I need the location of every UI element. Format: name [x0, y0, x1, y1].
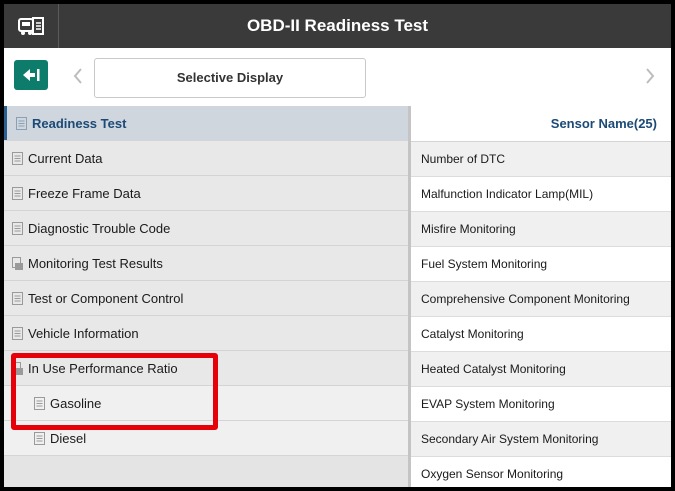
menu-item-gasoline[interactable]: Gasoline — [4, 386, 408, 421]
previous-button[interactable] — [68, 64, 88, 88]
menu-item-monitoring-test-results[interactable]: Monitoring Test Results — [4, 246, 408, 281]
document-icon — [12, 187, 23, 200]
sensor-row[interactable]: Fuel System Monitoring — [411, 247, 671, 282]
menu-item-current-data[interactable]: Current Data — [4, 141, 408, 176]
sensor-row[interactable]: EVAP System Monitoring — [411, 387, 671, 422]
menu-item-in-use-performance-ratio[interactable]: In Use Performance Ratio — [4, 351, 408, 386]
page-title: OBD-II Readiness Test — [246, 16, 429, 35]
menu-item-label: Test or Component Control — [28, 291, 184, 306]
document-icon — [12, 152, 23, 165]
folder-document-icon — [12, 257, 23, 270]
sensor-list-header: Sensor Name(25) — [411, 106, 671, 142]
document-icon — [34, 397, 45, 410]
menu-item-label: Gasoline — [50, 396, 102, 411]
sensor-row[interactable]: Comprehensive Component Monitoring — [411, 282, 671, 317]
menu-item-diagnostic-trouble-code[interactable]: Diagnostic Trouble Code — [4, 211, 408, 246]
menu-item-label: Diagnostic Trouble Code — [28, 221, 171, 236]
sensor-row[interactable]: Number of DTC — [411, 142, 671, 177]
exit-button[interactable] — [14, 60, 48, 90]
menu-item-diesel[interactable]: Diesel — [4, 421, 408, 456]
sensor-row[interactable]: Secondary Air System Monitoring — [411, 422, 671, 457]
chevron-right-icon — [646, 68, 655, 84]
toolbar: Selective Display — [4, 48, 671, 106]
menu-item-readiness-test[interactable]: Readiness Test — [4, 106, 408, 141]
sensor-row[interactable]: Malfunction Indicator Lamp(MIL) — [411, 177, 671, 212]
sensor-row[interactable]: Oxygen Sensor Monitoring — [411, 457, 671, 487]
document-icon — [12, 327, 23, 340]
menu-item-test-or-component-control[interactable]: Test or Component Control — [4, 281, 408, 316]
next-button[interactable] — [640, 64, 660, 88]
folder-document-icon — [12, 362, 23, 375]
menu-item-label: Readiness Test — [32, 116, 127, 131]
sensor-list: Sensor Name(25) Number of DTC Malfunctio… — [411, 106, 671, 487]
sensor-row[interactable]: Misfire Monitoring — [411, 212, 671, 247]
menu-empty-area — [4, 456, 408, 487]
document-icon — [12, 222, 23, 235]
menu-item-label: Freeze Frame Data — [28, 186, 141, 201]
chevron-left-icon — [73, 68, 82, 84]
menu-item-label: In Use Performance Ratio — [28, 361, 178, 376]
document-icon — [34, 432, 45, 445]
sensor-row[interactable]: Heated Catalyst Monitoring — [411, 352, 671, 387]
menu-item-vehicle-information[interactable]: Vehicle Information — [4, 316, 408, 351]
title-bar: OBD-II Readiness Test — [4, 4, 671, 48]
menu-item-label: Monitoring Test Results — [28, 256, 163, 271]
exit-arrow-icon — [23, 69, 40, 81]
document-icon — [12, 292, 23, 305]
function-menu: Readiness Test Current Data Freeze Frame… — [4, 106, 408, 487]
menu-item-freeze-frame-data[interactable]: Freeze Frame Data — [4, 176, 408, 211]
selective-display-button[interactable]: Selective Display — [94, 58, 366, 98]
sensor-row[interactable]: Catalyst Monitoring — [411, 317, 671, 352]
menu-item-label: Vehicle Information — [28, 326, 139, 341]
app-window: OBD-II Readiness Test Selective Display … — [4, 4, 671, 487]
menu-item-label: Diesel — [50, 431, 87, 446]
menu-item-label: Current Data — [28, 151, 103, 166]
document-icon — [16, 117, 27, 130]
